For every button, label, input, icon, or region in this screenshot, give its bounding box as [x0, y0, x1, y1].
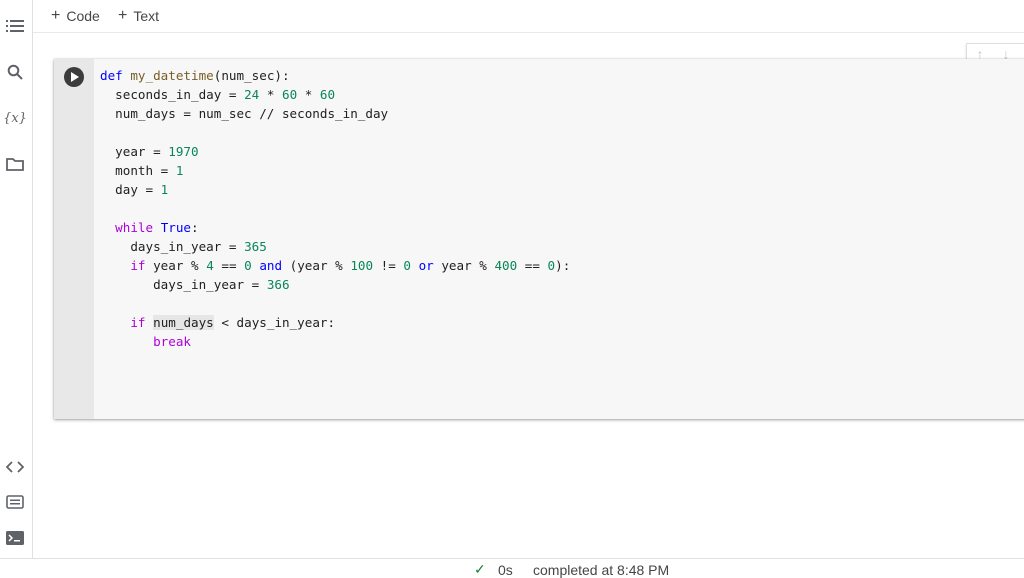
status-bar: ✓ 0s completed at 8:48 PM: [0, 558, 1024, 578]
run-cell-button[interactable]: [64, 67, 84, 87]
plus-icon: +: [118, 7, 128, 24]
add-text-cell-button[interactable]: + Text: [118, 5, 159, 27]
code-line: seconds_in_day = 24 * 60 * 60: [100, 87, 336, 102]
add-code-cell-button[interactable]: + Code: [51, 5, 100, 27]
code-line: while True:: [115, 220, 199, 235]
notebook-toolbar: + Code + Text: [33, 0, 1024, 33]
code-line: if num_days < days_in_year:: [130, 315, 336, 330]
code-line: if year % 4 == 0 and (year % 100 != 0 or…: [130, 258, 571, 273]
code-line: break: [153, 334, 191, 349]
command-palette-icon[interactable]: [4, 491, 26, 513]
code-line: month = 1: [100, 163, 184, 178]
code-line: def my_datetime(num_sec):: [100, 68, 290, 83]
code-line: num_days = num_sec // seconds_in_day: [100, 106, 389, 121]
code-line: year = 1970: [100, 144, 199, 159]
code-editor[interactable]: def my_datetime(num_sec): seconds_in_day…: [100, 66, 570, 351]
add-code-label: Code: [66, 8, 100, 24]
code-line: day = 1: [100, 182, 169, 197]
success-check-icon: ✓: [474, 561, 486, 577]
add-text-label: Text: [133, 8, 160, 24]
folder-icon[interactable]: [4, 153, 26, 175]
left-sidebar: {x}: [0, 0, 33, 558]
search-icon[interactable]: [4, 61, 26, 83]
code-line: days_in_year = 366: [100, 277, 290, 292]
plus-icon: +: [51, 7, 61, 24]
variables-icon-glyph: {x}: [3, 110, 27, 126]
terminal-icon[interactable]: [4, 527, 26, 549]
code-line: days_in_year = 365: [100, 239, 267, 254]
code-snippets-icon[interactable]: [4, 456, 26, 478]
cell-gutter: [54, 59, 94, 419]
table-of-contents-icon[interactable]: [4, 15, 26, 37]
variables-icon[interactable]: {x}: [3, 107, 27, 129]
play-icon: [71, 72, 79, 82]
